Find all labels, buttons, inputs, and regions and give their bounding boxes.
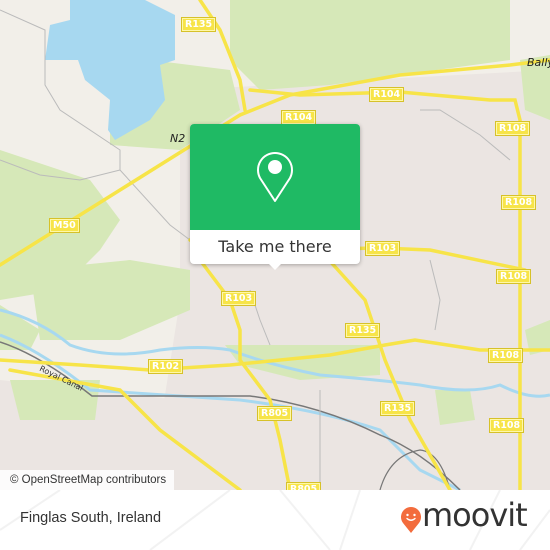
park-area: [30, 260, 190, 340]
map[interactable]: R135 R104 R104 R108 R108 M50 R103 R103 R…: [0, 0, 550, 490]
location-pin-icon: [257, 152, 293, 202]
road-label-r135: R135: [180, 17, 217, 32]
popup-header: [190, 124, 360, 230]
road-label-r108: R108: [494, 121, 531, 136]
moovit-smile-pin-icon: [401, 507, 421, 533]
place-label-bally: Bally: [527, 56, 550, 69]
moovit-wordmark: moovit: [422, 496, 528, 534]
park-area: [435, 390, 475, 425]
road-label-r135: R135: [344, 323, 381, 338]
location-title: Finglas South, Ireland: [20, 510, 162, 526]
map-attribution[interactable]: © OpenStreetMap contributors: [0, 470, 175, 490]
road-label-r108: R108: [495, 269, 532, 284]
road-label-r805: R805: [285, 482, 322, 490]
road-label-r102: R102: [147, 359, 184, 374]
road-label-r108: R108: [487, 348, 524, 363]
location-popup[interactable]: Take me there: [190, 124, 360, 270]
footer: Finglas South, Ireland moovit: [0, 490, 550, 550]
road-label-r104: R104: [368, 87, 405, 102]
road-label-m50: M50: [49, 218, 80, 233]
popup-tail: [267, 262, 283, 270]
road-label-r135: R135: [379, 401, 416, 416]
place-label-n2: N2: [170, 132, 186, 145]
road-label-r103: R103: [364, 241, 401, 256]
road-label-r103: R103: [220, 291, 257, 306]
road-label-r108: R108: [500, 195, 537, 210]
road-label-r108: R108: [488, 418, 525, 433]
road-label-r805: R805: [256, 406, 293, 421]
road-label-r104: R104: [280, 110, 317, 125]
take-me-there-button[interactable]: Take me there: [190, 230, 360, 264]
